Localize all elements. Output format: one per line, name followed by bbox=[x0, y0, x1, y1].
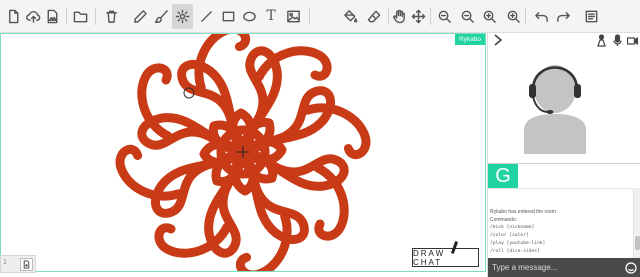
zoom-fit-icon[interactable] bbox=[434, 6, 454, 26]
line-icon[interactable] bbox=[196, 6, 216, 26]
headset-user-avatar bbox=[524, 65, 586, 154]
collapse-panel-icon[interactable] bbox=[492, 33, 504, 47]
drawchat-app: T Rykabo DRAW CHAT 1 G Rykabo has entere… bbox=[0, 0, 640, 277]
rectangle-icon[interactable] bbox=[218, 6, 238, 26]
eraser-icon[interactable] bbox=[364, 6, 384, 26]
ellipse-icon[interactable] bbox=[239, 6, 259, 26]
user-name-tag: Rykabo bbox=[454, 34, 485, 45]
add-page-icon bbox=[23, 260, 30, 269]
redo-icon[interactable] bbox=[553, 6, 573, 26]
chat-message: /kick [nickname] bbox=[490, 225, 535, 230]
undo-icon[interactable] bbox=[531, 6, 551, 26]
message-input[interactable] bbox=[492, 261, 622, 274]
chat-scrollbar[interactable] bbox=[633, 188, 640, 258]
text-tool-glyph: T bbox=[266, 8, 276, 24]
image-file-icon[interactable] bbox=[42, 6, 62, 26]
chat-composer bbox=[488, 258, 640, 277]
side-panel: G Rykabo has entered the room Commands: … bbox=[487, 33, 640, 277]
hand-pan-icon[interactable] bbox=[389, 6, 409, 26]
pencil-icon[interactable] bbox=[130, 6, 150, 26]
drawing-canvas[interactable]: Rykabo DRAW CHAT bbox=[0, 33, 486, 272]
chat-message: /play [youtube-link] bbox=[490, 241, 546, 246]
zoom-reset-icon[interactable] bbox=[503, 6, 523, 26]
drawchat-logo: DRAW CHAT bbox=[412, 240, 479, 267]
drawchat-logo-text: DRAW CHAT bbox=[413, 248, 446, 267]
video-feed bbox=[488, 50, 640, 163]
new-file-icon[interactable] bbox=[3, 6, 23, 26]
emoji-icon[interactable] bbox=[625, 261, 637, 274]
page-tabs: 1 bbox=[0, 255, 36, 273]
picture-icon[interactable] bbox=[283, 6, 303, 26]
zoom-out-icon[interactable] bbox=[457, 6, 477, 26]
chat-message: /roll [dice-sides] bbox=[490, 249, 540, 254]
move-arrows-icon[interactable] bbox=[408, 6, 428, 26]
chat-log: Rykabo has entered the room Commands: /k… bbox=[488, 188, 640, 258]
add-page-button[interactable] bbox=[20, 258, 33, 271]
trash-icon[interactable] bbox=[101, 6, 121, 26]
fill-bucket-icon[interactable] bbox=[340, 6, 360, 26]
chat-message: Rykabo has entered the room bbox=[490, 209, 556, 215]
chat-scroll-thumb[interactable] bbox=[635, 236, 640, 250]
panel-header bbox=[488, 33, 640, 49]
chat-message: Commands: bbox=[490, 217, 517, 223]
brush-icon[interactable] bbox=[151, 6, 171, 26]
user-badge: G bbox=[488, 164, 518, 188]
folder-icon[interactable] bbox=[70, 6, 90, 26]
toolbar: T bbox=[0, 0, 640, 33]
layers-icon[interactable] bbox=[581, 6, 601, 26]
current-page-number[interactable]: 1 bbox=[3, 259, 7, 266]
camera-icon[interactable] bbox=[626, 34, 639, 47]
gear-icon[interactable] bbox=[172, 4, 193, 29]
zoom-in-icon[interactable] bbox=[479, 6, 499, 26]
text-icon[interactable]: T bbox=[261, 6, 281, 26]
microphone-icon[interactable] bbox=[612, 34, 623, 47]
presenter-icon[interactable] bbox=[596, 34, 607, 47]
mandala-drawing bbox=[115, 34, 371, 271]
chat-message: /color [color] bbox=[490, 233, 529, 238]
upload-cloud-icon[interactable] bbox=[23, 6, 43, 26]
